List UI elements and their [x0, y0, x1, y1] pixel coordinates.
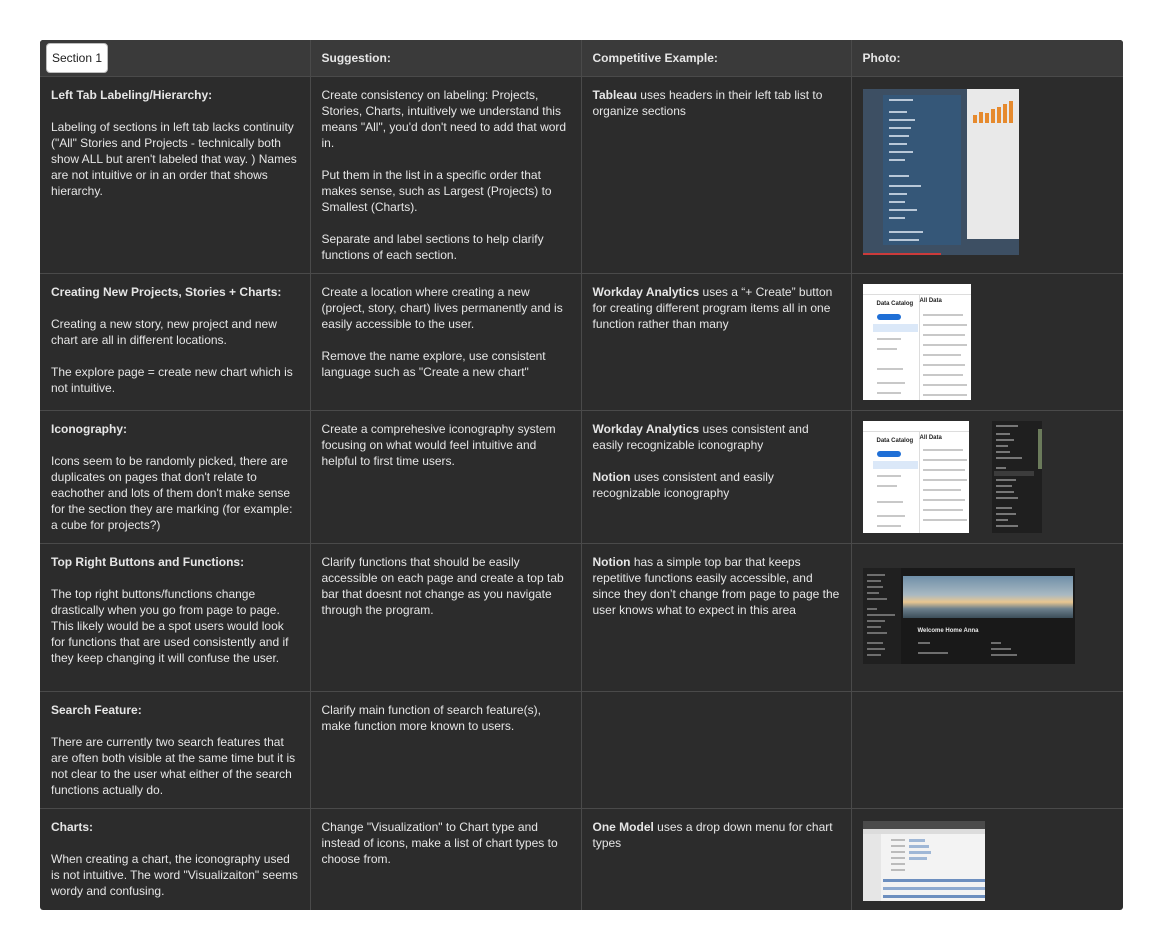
header-section-cell: Section 1: [40, 40, 311, 77]
issue-title: Charts:: [51, 820, 94, 834]
photo-cell: Welcome Home Anna: [851, 543, 1123, 692]
example-cell: Workday Analytics uses a “+ Create” butt…: [581, 273, 852, 411]
brand-name: One Model: [592, 820, 654, 834]
comparison-board: Section 1 Suggestion: Competitive Exampl…: [40, 40, 1123, 910]
issue-body: There are currently two search features …: [51, 735, 296, 797]
notion-screenshot: [991, 421, 1042, 533]
suggestion-text: Clarify functions that should be easily …: [321, 555, 564, 617]
example-text: Workday Analytics uses consistent and ea…: [593, 421, 840, 453]
suggestion-cell: Create a comprehesive iconography system…: [310, 410, 582, 544]
issue-body: When creating a chart, the iconography u…: [51, 852, 298, 898]
suggestion-cell: Change "Visualization" to Chart type and…: [310, 808, 582, 910]
suggestion-cell: Create a location where creating a new (…: [310, 273, 582, 411]
example-text: Notion uses consistent and easily recogn…: [593, 469, 840, 501]
issue-title: Creating New Projects, Stories + Charts:: [51, 285, 282, 299]
issue-cell: Left Tab Labeling/Hierarchy: Labeling of…: [40, 76, 311, 274]
example-cell: One Model uses a drop down menu for char…: [581, 808, 852, 910]
photo-cell: Data Catalog All Data: [851, 273, 1123, 411]
issue-title: Top Right Buttons and Functions:: [51, 555, 245, 569]
example-cell: [581, 691, 852, 809]
header-row: Section 1 Suggestion: Competitive Exampl…: [40, 40, 1123, 77]
example-text: Workday Analytics uses a “+ Create” butt…: [593, 284, 840, 332]
workday-screenshot: Data Catalog All Data: [862, 421, 969, 533]
suggestion-text: Put them in the list in a specific order…: [321, 168, 552, 214]
notion-screenshot: Welcome Home Anna: [862, 568, 1075, 664]
header-competitive-example: Competitive Example:: [581, 40, 852, 77]
issue-title: Iconography:: [51, 422, 128, 436]
example-cell: Notion has a simple top bar that keeps r…: [581, 543, 852, 692]
brand-name: Tableau: [592, 88, 637, 102]
table-row: Charts: When creating a chart, the icono…: [40, 808, 1123, 910]
issue-body: Icons seem to be randomly picked, there …: [51, 454, 293, 532]
issue-cell: Search Feature: There are currently two …: [40, 691, 311, 809]
table-row: Top Right Buttons and Functions: The top…: [40, 543, 1123, 692]
photo-cell: [851, 808, 1123, 910]
comparison-table: Section 1 Suggestion: Competitive Exampl…: [40, 40, 1123, 910]
thumb-title: All Data: [919, 298, 942, 304]
issue-cell: Iconography: Icons seem to be randomly p…: [40, 410, 311, 544]
suggestion-cell: Create consistency on labeling: Projects…: [310, 76, 582, 274]
table-row: Iconography: Icons seem to be randomly p…: [40, 410, 1123, 544]
suggestion-cell: Clarify functions that should be easily …: [310, 543, 582, 692]
example-text: Tableau uses headers in their left tab l…: [593, 87, 840, 119]
example-text: Notion has a simple top bar that keeps r…: [593, 554, 840, 618]
brand-name: Notion: [592, 470, 631, 484]
brand-name: Workday Analytics: [592, 422, 700, 436]
suggestion-cell: Clarify main function of search feature(…: [310, 691, 582, 809]
photo-cell: [851, 691, 1123, 809]
issue-cell: Charts: When creating a chart, the icono…: [40, 808, 311, 910]
workday-screenshot: Data Catalog All Data: [862, 284, 971, 400]
suggestion-text: Change "Visualization" to Chart type and…: [321, 820, 558, 866]
issue-title: Left Tab Labeling/Hierarchy:: [51, 88, 213, 102]
brand-name: Workday Analytics: [592, 285, 700, 299]
brand-name: Notion: [592, 555, 631, 569]
suggestion-text: Create a location where creating a new (…: [321, 285, 563, 331]
example-desc: has a simple top bar that keeps repetiti…: [592, 555, 840, 617]
example-cell: Tableau uses headers in their left tab l…: [581, 76, 852, 274]
issue-body: Labeling of sections in left tab lacks c…: [51, 120, 297, 198]
suggestion-text: Create a comprehesive iconography system…: [321, 422, 556, 468]
table-row: Search Feature: There are currently two …: [40, 691, 1123, 809]
thumb-title: All Data: [919, 435, 942, 441]
issue-title: Search Feature:: [51, 703, 142, 717]
suggestion-text: Create consistency on labeling: Projects…: [321, 88, 567, 150]
thumb-title: Welcome Home Anna: [917, 628, 979, 634]
issue-cell: Top Right Buttons and Functions: The top…: [40, 543, 311, 692]
section-label-chip[interactable]: Section 1: [46, 43, 109, 73]
issue-body: Creating a new story, new project and ne…: [51, 317, 277, 347]
photo-cell: [851, 76, 1123, 274]
header-suggestion: Suggestion:: [310, 40, 582, 77]
thumb-title: Data Catalog: [876, 301, 914, 307]
header-photo: Photo:: [851, 40, 1123, 77]
issue-body: The top right buttons/functions change d…: [51, 587, 289, 665]
example-cell: Workday Analytics uses consistent and ea…: [581, 410, 852, 544]
table-row: Left Tab Labeling/Hierarchy: Labeling of…: [40, 76, 1123, 274]
suggestion-text: Separate and label sections to help clar…: [321, 232, 544, 262]
one-model-screenshot: [862, 821, 985, 901]
example-text: One Model uses a drop down menu for char…: [593, 819, 840, 851]
issue-cell: Creating New Projects, Stories + Charts:…: [40, 273, 311, 411]
suggestion-text: Remove the name explore, use consistent …: [321, 349, 546, 379]
table-row: Creating New Projects, Stories + Charts:…: [40, 273, 1123, 411]
tableau-screenshot: [862, 89, 1019, 255]
issue-body: The explore page = create new chart whic…: [51, 365, 293, 395]
thumb-title: Data Catalog: [876, 438, 914, 444]
photo-cell: Data Catalog All Data: [851, 410, 1123, 544]
suggestion-text: Clarify main function of search feature(…: [321, 703, 541, 733]
